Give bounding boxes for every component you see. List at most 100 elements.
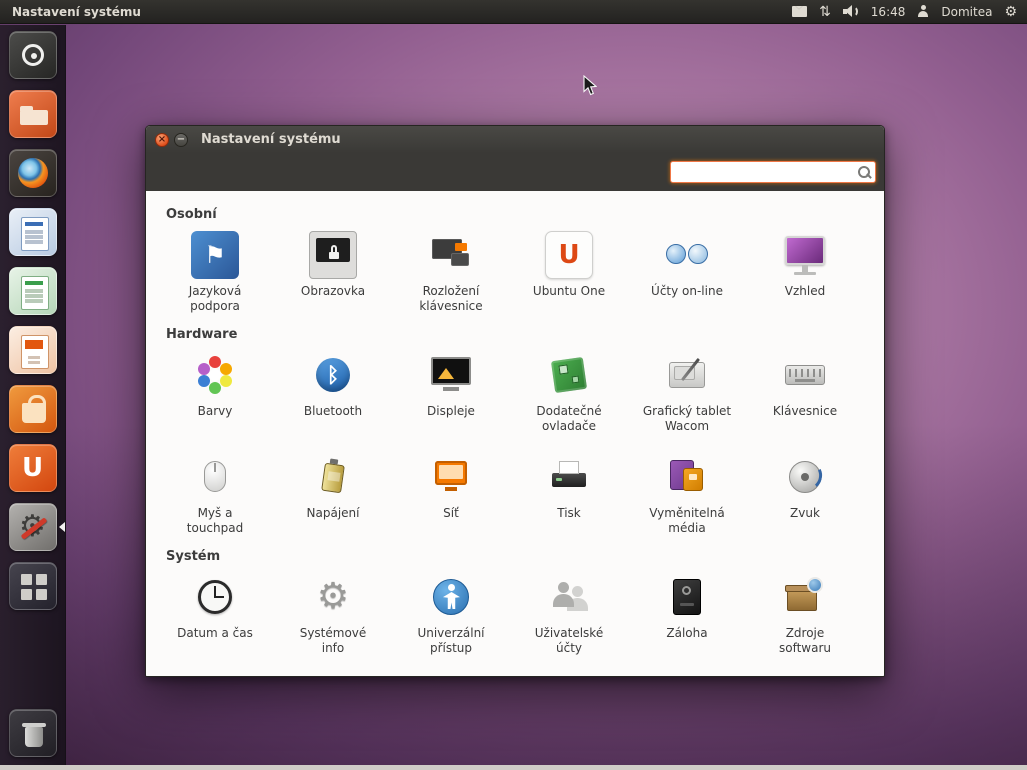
settings-item-label: Univerzální přístup: [406, 626, 496, 655]
launcher-item-home-folder[interactable]: [0, 90, 65, 138]
settings-item-software-sources[interactable]: Zdroje softwaru: [746, 569, 864, 661]
settings-item-screen-lock[interactable]: Obrazovka: [274, 227, 392, 319]
settings-item-ubuntu-one[interactable]: Ubuntu One: [510, 227, 628, 319]
mouse-icon: [191, 453, 239, 501]
impress-presentation-icon: [9, 326, 57, 374]
settings-item-user-accounts[interactable]: Uživatelské účty: [510, 569, 628, 661]
section-grid: Barvy Bluetooth Displeje Dodatečné ovladače…: [156, 347, 874, 541]
settings-item-printing[interactable]: Tisk: [510, 449, 628, 541]
launcher-item-trash[interactable]: [0, 709, 65, 757]
mouse-cursor: [583, 75, 597, 96]
settings-item-label: Rozložení klávesnice: [406, 284, 496, 313]
launcher-bottom: [0, 709, 65, 765]
user-menu[interactable]: Domitea: [941, 4, 992, 20]
settings-item-label: Bluetooth: [304, 404, 362, 419]
settings-item-keyboard-layout[interactable]: Rozložení klávesnice: [392, 227, 510, 319]
settings-item-label: Uživatelské účty: [524, 626, 614, 655]
printing-icon: [545, 453, 593, 501]
settings-item-label: Grafický tablet Wacom: [642, 404, 732, 433]
settings-item-label: Záloha: [666, 626, 707, 641]
search-input[interactable]: [670, 161, 876, 183]
minimize-button[interactable]: −: [174, 133, 188, 147]
screen-lock-icon: [309, 231, 357, 279]
section-grid: Jazyková podpora Obrazovka Rozložení kláve…: [156, 227, 874, 319]
network-indicator-icon[interactable]: ⇅: [819, 4, 831, 20]
launcher-item-libreoffice-writer[interactable]: [0, 208, 65, 256]
speaker-icon: [843, 5, 859, 18]
settings-item-label: Displeje: [427, 404, 475, 419]
section-title: Hardware: [166, 327, 874, 342]
settings-item-bluetooth[interactable]: Bluetooth: [274, 347, 392, 439]
home-folder-icon: [9, 90, 57, 138]
firefox-icon: [9, 149, 57, 197]
launcher-item-software-center[interactable]: [0, 385, 65, 433]
launcher-items: [0, 25, 65, 610]
settings-item-label: Dodatečné ovladače: [524, 404, 614, 433]
settings-window: × − Nastavení systému Osobní Jazyková pod…: [145, 125, 885, 677]
settings-item-displays[interactable]: Displeje: [392, 347, 510, 439]
removable-media-icon: [663, 453, 711, 501]
software-center-bag-icon: [9, 385, 57, 433]
section-title: Osobní: [166, 207, 874, 222]
ubuntu-one-launcher-icon: [9, 444, 57, 492]
window-toolbar: [146, 153, 884, 191]
ubuntu-one-icon: [545, 231, 593, 279]
top-panel: Nastavení systému ⇅ 16:48 Domitea ⚙: [0, 0, 1027, 24]
close-button[interactable]: ×: [155, 133, 169, 147]
settings-item-label: Účty on-line: [651, 284, 723, 299]
settings-item-label: Obrazovka: [301, 284, 365, 299]
settings-item-appearance[interactable]: Vzhled: [746, 227, 864, 319]
sound-icon: [781, 453, 829, 501]
settings-item-datetime[interactable]: Datum a čas: [156, 569, 274, 661]
settings-item-label: Napájení: [307, 506, 360, 521]
settings-item-wacom-tablet[interactable]: Grafický tablet Wacom: [628, 347, 746, 439]
keyboard-icon: [781, 351, 829, 399]
settings-item-sound[interactable]: Zvuk: [746, 449, 864, 541]
settings-item-universal-access[interactable]: Univerzální přístup: [392, 569, 510, 661]
launcher-item-libreoffice-impress[interactable]: [0, 326, 65, 374]
settings-item-keyboard[interactable]: Klávesnice: [746, 347, 864, 439]
session-gear-icon[interactable]: ⚙: [1004, 4, 1017, 20]
system-info-icon: [309, 573, 357, 621]
desktop-wallpaper: Nastavení systému ⇅ 16:48 Domitea ⚙ × − …: [0, 0, 1027, 770]
settings-item-system-info[interactable]: Systémové info: [274, 569, 392, 661]
launcher-item-firefox[interactable]: [0, 149, 65, 197]
software-sources-icon: [781, 573, 829, 621]
volume-indicator-icon[interactable]: [843, 4, 859, 20]
launcher-item-ubuntu-one[interactable]: [0, 444, 65, 492]
settings-item-language-support[interactable]: Jazyková podpora: [156, 227, 274, 319]
search-icon[interactable]: [857, 165, 871, 179]
settings-item-colors[interactable]: Barvy: [156, 347, 274, 439]
settings-item-network[interactable]: Síť: [392, 449, 510, 541]
search-box: [670, 161, 876, 183]
launcher-item-system-settings[interactable]: [0, 503, 65, 551]
settings-item-removable-media[interactable]: Vyměnitelná média: [628, 449, 746, 541]
settings-item-mouse[interactable]: Myš a touchpad: [156, 449, 274, 541]
bluetooth-icon: [309, 351, 357, 399]
settings-item-label: Datum a čas: [177, 626, 253, 641]
mail-indicator-icon[interactable]: [792, 4, 807, 20]
launcher-item-libreoffice-calc[interactable]: [0, 267, 65, 315]
writer-document-icon: [9, 208, 57, 256]
settings-item-label: Systémové info: [288, 626, 378, 655]
displays-icon: [427, 351, 475, 399]
keyboard-layout-icon: [427, 231, 475, 279]
settings-item-power[interactable]: Napájení: [274, 449, 392, 541]
settings-item-label: Ubuntu One: [533, 284, 605, 299]
panel-indicators: ⇅ 16:48 Domitea ⚙: [792, 4, 1027, 20]
envelope-icon: [792, 6, 807, 17]
settings-item-backup[interactable]: Záloha: [628, 569, 746, 661]
settings-item-label: Zvuk: [790, 506, 820, 521]
settings-item-label: Myš a touchpad: [170, 506, 260, 535]
launcher: [0, 25, 66, 765]
launcher-item-dash-home[interactable]: [0, 31, 65, 79]
launcher-item-workspace-switcher[interactable]: [0, 562, 65, 610]
settings-item-label: Zdroje softwaru: [760, 626, 850, 655]
section-title: Systém: [166, 549, 874, 564]
window-titlebar[interactable]: × − Nastavení systému: [146, 126, 884, 153]
settings-item-drivers[interactable]: Dodatečné ovladače: [510, 347, 628, 439]
clock-indicator[interactable]: 16:48: [871, 4, 906, 20]
power-icon: [309, 453, 357, 501]
workspace-grid-icon: [9, 562, 57, 610]
settings-item-online-accounts[interactable]: Účty on-line: [628, 227, 746, 319]
